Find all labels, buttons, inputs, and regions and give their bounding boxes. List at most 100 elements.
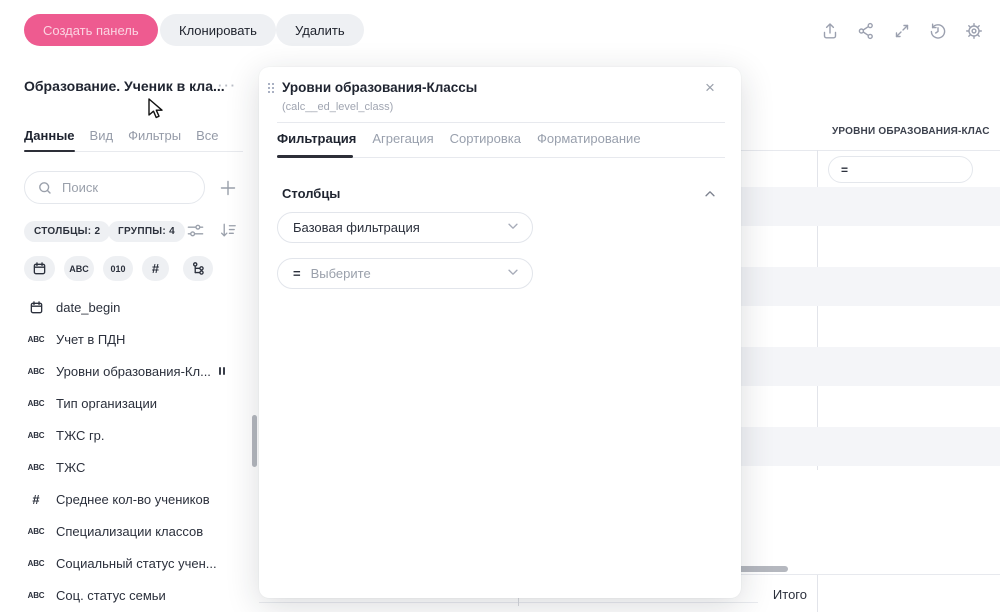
field-item[interactable]: ABC ТЖС [24, 451, 244, 483]
expand-icon[interactable] [892, 21, 912, 41]
filter-value-select[interactable]: = Выберите [277, 258, 533, 289]
field-item[interactable]: ABC ТЖС гр. [24, 419, 244, 451]
table-column-tick [518, 598, 519, 606]
table-footer-divider-left [259, 602, 758, 603]
groups-count-badge[interactable]: ГРУППЫ: 4 [108, 221, 185, 242]
field-name: date_begin [56, 300, 120, 315]
dialog-title: Уровни образования-Классы [282, 80, 477, 95]
filter-settings-icon[interactable] [186, 221, 205, 245]
filter-type-select[interactable]: Базовая фильтрация [277, 212, 533, 243]
field-item[interactable]: ABC Социальный статус учен... [24, 547, 244, 579]
more-menu-icon[interactable]: ··· [218, 78, 237, 93]
field-in-use-icon [219, 367, 225, 375]
settings-gear-icon[interactable] [964, 21, 984, 41]
abc-type-icon: ABC [69, 264, 89, 274]
drag-handle-icon[interactable] [268, 83, 274, 93]
tab-filters[interactable]: Фильтры [128, 128, 181, 151]
clone-button[interactable]: Клонировать [160, 14, 276, 46]
field-settings-dialog: Уровни образования-Классы (calc__ed_leve… [259, 67, 741, 598]
history-icon[interactable] [928, 21, 948, 41]
text-type-icon: ABC [24, 463, 48, 472]
field-item[interactable]: ABC Специализации классов [24, 515, 244, 547]
create-panel-button[interactable]: Создать панель [24, 14, 158, 46]
table-row-stripe [741, 427, 1000, 466]
field-name: Соц. статус семьи [56, 588, 166, 603]
hierarchy-icon [186, 261, 210, 276]
chip-date-type[interactable] [24, 256, 55, 281]
field-name: ТЖС гр. [56, 428, 105, 443]
field-item[interactable]: date_begin [24, 291, 244, 323]
field-name: Учет в ПДН [56, 332, 125, 347]
export-icon[interactable] [820, 21, 840, 41]
text-type-icon: ABC [24, 591, 48, 600]
tab-filtering[interactable]: Фильтрация [277, 131, 356, 156]
collapse-chevron-up-icon[interactable] [703, 187, 717, 206]
binary-type-icon: 010 [110, 264, 125, 274]
chip-number-type[interactable]: # [142, 256, 169, 281]
active-dialog-tab-underline [277, 155, 353, 158]
chip-text-type[interactable]: ABC [64, 256, 94, 281]
text-type-icon: ABC [24, 527, 48, 536]
filter-type-value: Базовая фильтрация [293, 220, 420, 235]
tab-view[interactable]: Вид [90, 128, 114, 151]
total-row-label: Итого [730, 587, 807, 602]
dialog-subtitle: (calc__ed_level_class) [282, 101, 393, 113]
search-input[interactable] [60, 179, 194, 196]
dialog-tabs: Фильтрация Агрегация Сортировка Форматир… [277, 131, 641, 156]
chevron-down-icon [506, 219, 520, 236]
tab-sorting[interactable]: Сортировка [450, 131, 521, 156]
columns-section-title: Столбцы [282, 186, 340, 201]
text-type-icon: ABC [24, 559, 48, 568]
table-column-header: УРОВНИ ОБРАЗОВАНИЯ-КЛАС [832, 126, 990, 137]
table-column-filter-input[interactable]: = [828, 156, 973, 183]
condition-placeholder: Выберите [311, 266, 371, 281]
field-name: ТЖС [56, 460, 85, 475]
tab-formatting[interactable]: Форматирование [537, 131, 641, 156]
field-name: Среднее кол-во учеников [56, 492, 210, 507]
search-icon [38, 181, 52, 195]
tab-all[interactable]: Все [196, 128, 218, 151]
delete-button[interactable]: Удалить [276, 14, 364, 46]
chip-hierarchy-type[interactable] [183, 256, 213, 281]
table-row-stripe [741, 187, 1000, 226]
chevron-down-icon [506, 265, 520, 282]
table-row-stripe [741, 347, 1000, 386]
field-name: Тип организации [56, 396, 157, 411]
table-column-divider-footer [817, 575, 818, 612]
active-tab-underline [24, 150, 75, 152]
calendar-icon [28, 261, 52, 276]
chip-binary-type[interactable]: 010 [103, 256, 133, 281]
field-item[interactable]: ABC Тип организации [24, 387, 244, 419]
dataset-title: Образование. Ученик в кла... [24, 78, 225, 94]
field-name: Специализации классов [56, 524, 203, 539]
columns-count-badge[interactable]: СТОЛБЦЫ: 2 [24, 221, 110, 242]
number-type-icon: # [24, 492, 48, 507]
hash-type-icon: # [152, 261, 159, 276]
sort-icon[interactable] [219, 221, 238, 245]
text-type-icon: ABC [24, 431, 48, 440]
filter-operator: = [841, 163, 848, 177]
search-box[interactable] [24, 171, 205, 204]
sidebar-scrollbar-thumb[interactable] [252, 415, 257, 467]
text-type-icon: ABC [24, 399, 48, 408]
text-type-icon: ABC [24, 367, 48, 376]
sidebar-tabs: Данные Вид Фильтры Все [24, 128, 218, 151]
close-icon[interactable]: × [705, 81, 715, 95]
tab-aggregation[interactable]: Агрегация [372, 131, 433, 156]
field-item[interactable]: ABC Соц. статус семьи [24, 579, 244, 611]
field-item[interactable]: ABC Уровни образования-Кл... [24, 355, 244, 387]
text-type-icon: ABC [24, 335, 48, 344]
table-header-divider [741, 150, 1000, 151]
field-item[interactable]: ABC Учет в ПДН [24, 323, 244, 355]
tab-data[interactable]: Данные [24, 128, 75, 151]
calendar-icon [24, 300, 48, 315]
add-field-icon[interactable] [219, 179, 237, 202]
field-item[interactable]: # Среднее кол-во учеников [24, 483, 244, 515]
share-icon[interactable] [856, 21, 876, 41]
field-name: Социальный статус учен... [56, 556, 217, 571]
table-footer-divider [741, 574, 1000, 575]
condition-operator: = [293, 266, 301, 281]
table-hscrollbar-thumb[interactable] [735, 566, 788, 572]
mouse-cursor [148, 98, 168, 127]
field-name: Уровни образования-Кл... [56, 364, 211, 379]
